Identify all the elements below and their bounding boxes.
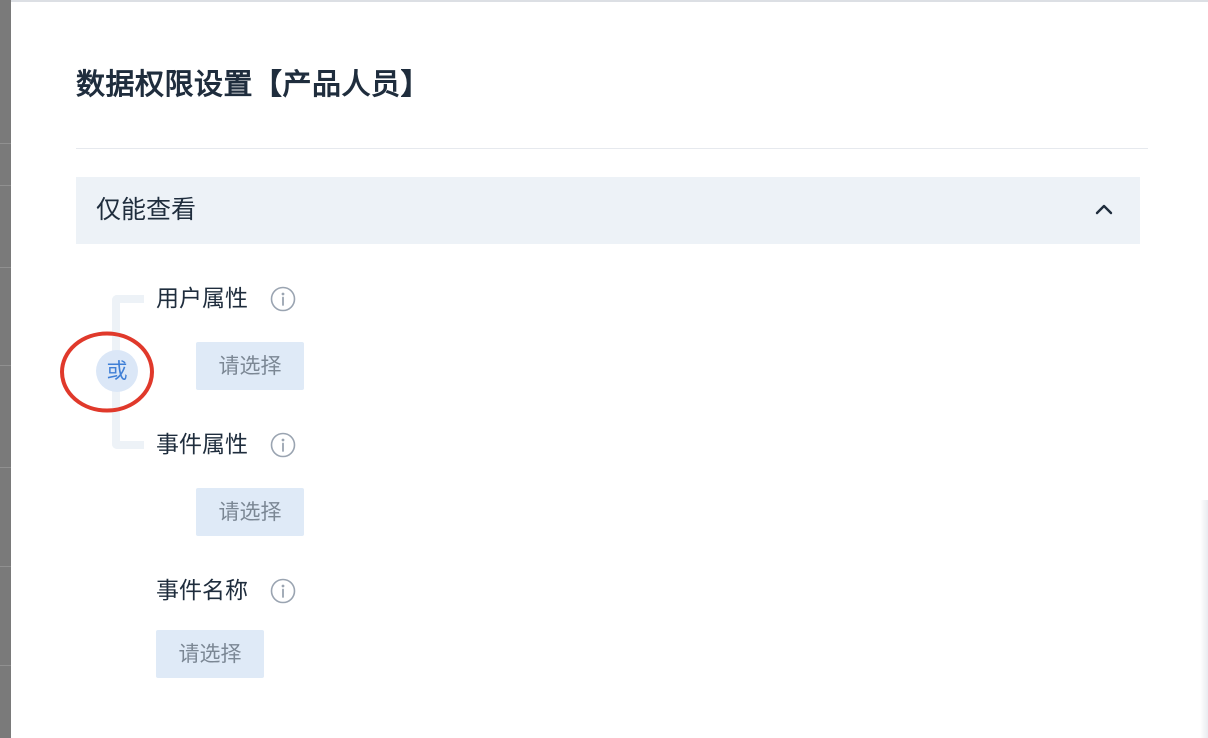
field-label-user-properties: 用户属性 bbox=[156, 286, 248, 312]
field-label-event-name: 事件名称 bbox=[156, 578, 248, 604]
info-icon[interactable] bbox=[270, 432, 296, 458]
user-properties-select[interactable]: 请选择 bbox=[196, 342, 304, 390]
or-operator-toggle[interactable]: 或 bbox=[96, 350, 138, 392]
dialog-top-border bbox=[11, 0, 1208, 2]
dialog-title: 数据权限设置【产品人员】 bbox=[76, 67, 431, 101]
info-icon[interactable] bbox=[270, 578, 296, 604]
section-title: 仅能查看 bbox=[96, 195, 197, 224]
info-icon[interactable] bbox=[270, 286, 296, 312]
scroll-shadow bbox=[1200, 500, 1208, 738]
chevron-up-icon[interactable] bbox=[1092, 200, 1116, 220]
field-label-event-properties: 事件属性 bbox=[156, 432, 248, 458]
event-properties-select[interactable]: 请选择 bbox=[196, 488, 304, 536]
section-header[interactable]: 仅能查看 bbox=[76, 177, 1140, 244]
title-divider bbox=[76, 148, 1148, 149]
background-overlay bbox=[0, 0, 11, 738]
event-name-select[interactable]: 请选择 bbox=[156, 630, 264, 678]
